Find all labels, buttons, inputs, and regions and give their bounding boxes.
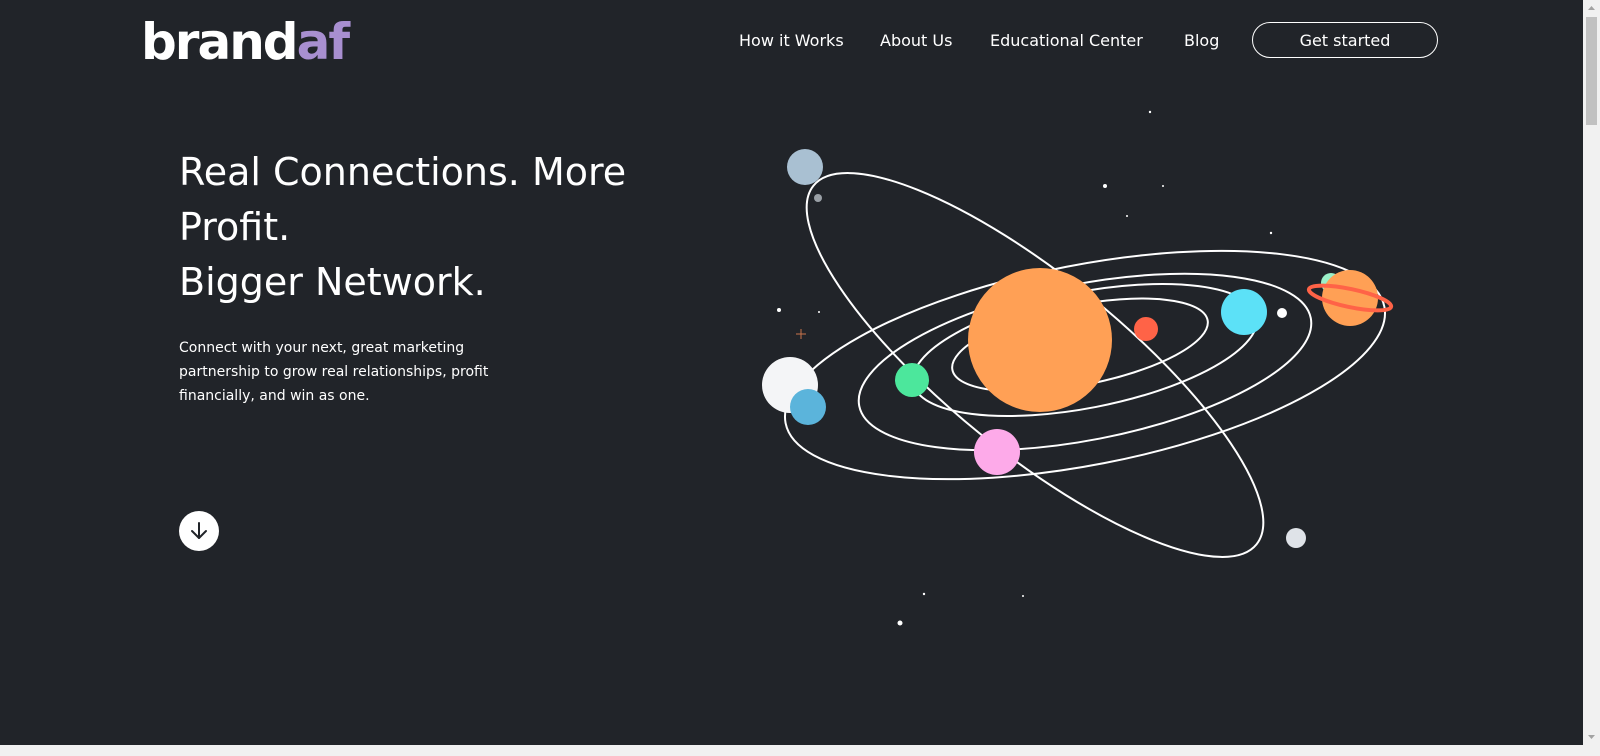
arrow-down-icon (191, 522, 207, 539)
star (818, 311, 820, 313)
star (1148, 110, 1152, 114)
star (922, 592, 926, 596)
scrollbar-thumb[interactable] (1586, 17, 1597, 125)
vertical-scrollbar[interactable] (1583, 0, 1600, 745)
planet-ringed (1322, 270, 1378, 326)
star (1103, 184, 1107, 188)
star (897, 620, 903, 626)
get-started-button[interactable]: Get started (1252, 22, 1438, 58)
moon-white (1277, 308, 1287, 318)
hero-title: Real Connections. More Profit. Bigger Ne… (179, 145, 699, 310)
main-nav: How it Works About Us Educational Center… (0, 22, 1583, 62)
hero-title-line-3: Bigger Network. (179, 260, 486, 304)
hero-subtitle: Connect with your next, great marketing … (179, 340, 489, 404)
solar-system-illustration (762, 110, 1394, 626)
scroll-up-arrow-icon[interactable] (1583, 0, 1600, 17)
horizontal-scrollbar[interactable] (0, 745, 1600, 756)
star (1269, 231, 1273, 235)
page: brandaf How it Works About Us Educationa… (0, 0, 1583, 745)
scroll-down-button[interactable] (179, 511, 219, 551)
moon-small-gray (814, 194, 822, 202)
planet-red (1134, 317, 1158, 341)
sun (968, 268, 1112, 412)
hero-title-line-2: Profit. (179, 205, 291, 249)
planet-green (895, 363, 929, 397)
planet-blue (790, 389, 826, 425)
star (1162, 185, 1164, 187)
planet-pink (974, 429, 1020, 475)
planet-light-gray (1286, 528, 1306, 548)
star (777, 308, 781, 312)
planet-grayblue (787, 149, 823, 185)
nav-link-blog[interactable]: Blog (1184, 31, 1219, 50)
planet-cyan (1221, 289, 1267, 335)
nav-link-how-it-works[interactable]: How it Works (739, 31, 844, 50)
star (1022, 595, 1024, 597)
hero-title-line-1: Real Connections. More (179, 150, 627, 194)
nav-link-educational-center[interactable]: Educational Center (990, 31, 1143, 50)
scroll-down-arrow-icon[interactable] (1583, 728, 1600, 745)
nav-link-about-us[interactable]: About Us (880, 31, 952, 50)
star (1126, 215, 1128, 217)
